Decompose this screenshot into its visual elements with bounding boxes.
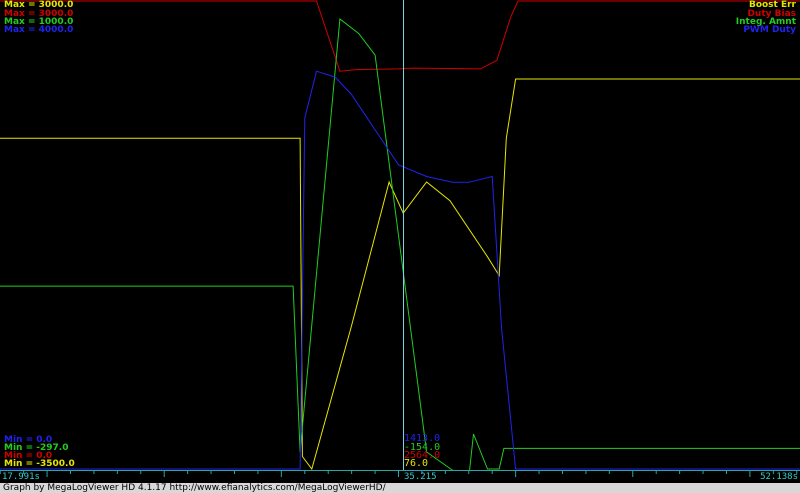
plot-background <box>0 0 800 470</box>
legend-pwm-duty: PWM Duty <box>743 25 796 35</box>
time-cursor-label: 35.215 <box>404 472 437 482</box>
footer-credit: Graph by MegaLogViewer HD 4.1.17 http://… <box>0 483 800 493</box>
min-label-boost-err: Min = -3500.0 <box>4 459 75 469</box>
log-graph-plot[interactable] <box>0 0 800 470</box>
cursor-value-boost-err: 76.0 <box>404 458 429 469</box>
time-start-label: 17.991s <box>2 472 40 482</box>
max-label-pwm-duty: Max = 4000.0 <box>4 25 74 35</box>
time-axis[interactable]: 17.991s 35.215 52.138s <box>0 470 800 483</box>
time-end-label: 52.138s <box>760 472 798 482</box>
